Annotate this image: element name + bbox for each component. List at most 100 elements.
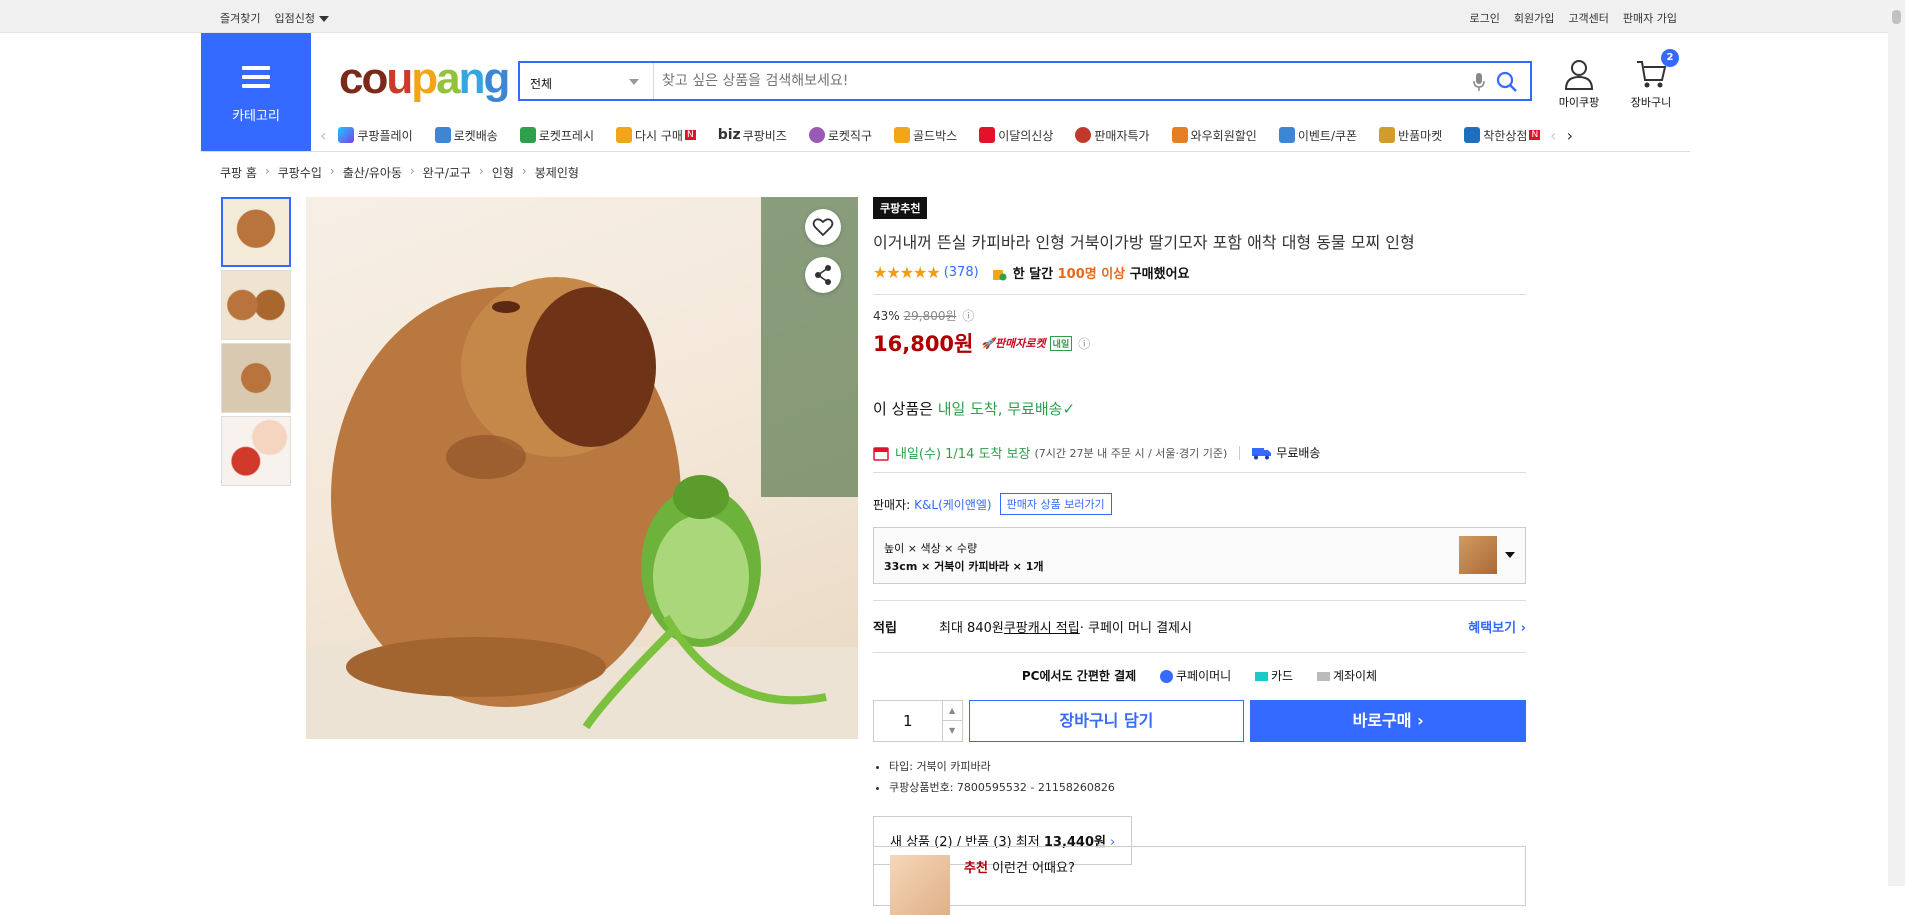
search-icon[interactable]	[1496, 71, 1518, 93]
nav-item-rocketfresh[interactable]: 로켓프레시	[519, 127, 594, 144]
nav-item-biz[interactable]: biz 쿠팡비즈	[718, 127, 787, 144]
coupang-cash-link[interactable]: 쿠팡캐시 적립	[1004, 617, 1080, 636]
play-icon	[338, 127, 355, 143]
recommend-highlight: 추천	[964, 861, 988, 876]
rocket-fresh-icon	[519, 127, 536, 143]
thumbnail-1[interactable]	[221, 197, 291, 267]
nav-item-event[interactable]: 이벤트/쿠폰	[1278, 127, 1358, 144]
nav-item-goodshop[interactable]: 착한상점 N	[1464, 127, 1541, 144]
product-main-image[interactable]	[306, 197, 858, 739]
thumbnail-list	[221, 197, 291, 489]
seller-rocket-label: 판매자로켓	[995, 337, 1046, 350]
option-label: 높이 × 색상 × 수량	[884, 542, 978, 555]
share-button[interactable]	[805, 257, 841, 293]
recommendation-thumbnail	[890, 855, 950, 915]
option-value: 33cm × 거북이 카피바라 × 1개	[884, 560, 1044, 573]
benefits-link[interactable]: 혜택보기 ›	[1468, 617, 1526, 636]
add-to-cart-button[interactable]: 장바구니 담기	[968, 700, 1245, 742]
service-nav: ‹ 쿠팡플레이 로켓배송 로켓프레시 다시 구매 N biz 쿠팡비즈 로켓직구 골…	[320, 119, 1690, 151]
cart-button[interactable]: 2 장바구니	[1623, 49, 1679, 110]
wow-icon	[1171, 127, 1188, 143]
pc-payment-row: PC에서도 간편한 결제 쿠페이머니 카드 계좌이체	[873, 667, 1526, 684]
nav-item-returns[interactable]: 반품마켓	[1379, 127, 1442, 144]
spec-list: 타입: 거북이 카피바라 쿠팡상품번호: 7800595532 - 211582…	[873, 758, 1526, 795]
info-icon[interactable]: ⓘ	[962, 309, 974, 323]
rating-stars[interactable]: ★★★★★	[873, 263, 941, 282]
thumbnail-2[interactable]	[221, 270, 291, 340]
coupay-money: 쿠페이머니	[1150, 669, 1231, 683]
chevron-right-icon: ›	[409, 164, 415, 178]
reward-key: 적립	[873, 621, 897, 636]
divider	[873, 294, 1526, 295]
purchase-count-text: 한 달간 100명 이상 구매했어요	[1013, 263, 1190, 282]
coupang-logo[interactable]: coupang	[339, 54, 510, 104]
breadcrumb-item[interactable]: 쿠팡 홈	[220, 164, 257, 181]
breadcrumb-item[interactable]: 출산/유아동	[343, 164, 402, 181]
chevron-right-icon: ›	[264, 164, 270, 178]
nav-prev-arrow-icon[interactable]: ‹	[1550, 126, 1556, 145]
nav-item-global[interactable]: 로켓직구	[808, 127, 872, 144]
search-bar: 전체	[518, 61, 1532, 101]
nav-item-newarrival[interactable]: 이달의신상	[979, 127, 1053, 144]
nav-label: 와우회원할인	[1190, 128, 1257, 143]
breadcrumb-item[interactable]: 인형	[492, 164, 514, 181]
nav-item-wow[interactable]: 와우회원할인	[1171, 127, 1257, 144]
category-label: 카테고리	[232, 109, 280, 124]
caret-down-icon	[1505, 552, 1515, 558]
wishlist-button[interactable]	[805, 209, 841, 245]
nav-label: 로켓프레시	[538, 128, 594, 143]
rocket-icon	[434, 127, 451, 143]
bookmark-link[interactable]: 즐겨찾기	[220, 10, 260, 26]
info-icon[interactable]: ⓘ	[1078, 335, 1090, 352]
search-input[interactable]	[662, 69, 1462, 93]
nav-prev-icon[interactable]: ‹	[320, 126, 326, 145]
seller-rocket-badge: 🚀판매자로켓 내일	[981, 335, 1073, 351]
tomorrow-tag: 내일	[1049, 336, 1073, 351]
seller-signup-link[interactable]: 판매자 가입	[1623, 10, 1677, 26]
original-price: 29,800원	[903, 309, 957, 323]
breadcrumb: 쿠팡 홈 › 쿠팡수입 › 출산/유아동 › 완구/교구 › 인형 › 봉제인형	[220, 164, 579, 181]
login-link[interactable]: 로그인	[1470, 10, 1500, 26]
breadcrumb-item[interactable]: 쿠팡수입	[278, 164, 322, 181]
nav-label: 이벤트/쿠폰	[1297, 128, 1358, 143]
thumbnail-4[interactable]	[221, 416, 291, 486]
new-icon: N	[1529, 130, 1541, 140]
decrease-icon[interactable]: ▼	[941, 721, 962, 741]
top-utility-bar: 즐겨찾기 입점신청 로그인 회원가입 고객센터 판매자 가입	[0, 0, 1905, 33]
chevron-right-icon: ›	[521, 164, 527, 178]
seller-apply-link[interactable]: 입점신청	[274, 10, 329, 26]
seller-name-link[interactable]: K&L(케이앤엘)	[914, 496, 991, 513]
microphone-icon[interactable]	[1472, 72, 1486, 92]
quantity-input[interactable]: 1	[903, 712, 913, 730]
recommendation-box[interactable]: 추천 이런건 어때요?	[873, 846, 1526, 915]
review-count[interactable]: (378)	[944, 265, 979, 280]
nav-item-rebuy[interactable]: 다시 구매 N	[615, 127, 696, 144]
seller-label: 판매자:	[873, 497, 911, 512]
buy-now-button[interactable]: 바로구매 ›	[1250, 700, 1526, 742]
new-arrival-icon	[979, 127, 996, 143]
nav-label: 로켓배송	[453, 128, 498, 143]
nav-item-sellersale[interactable]: 판매자특가	[1075, 127, 1150, 144]
nav-label: 쿠팡비즈	[742, 128, 787, 143]
nav-next-arrow-icon[interactable]: ›	[1567, 126, 1573, 145]
nav-item-rocket[interactable]: 로켓배송	[434, 127, 498, 144]
page-scrollbar[interactable]	[1888, 0, 1905, 886]
increase-icon[interactable]: ▲	[941, 701, 962, 721]
scrollbar-thumb[interactable]	[1892, 10, 1901, 24]
signup-link[interactable]: 회원가입	[1514, 10, 1554, 26]
thumbnail-3[interactable]	[221, 343, 291, 413]
nav-item-goldbox[interactable]: 골드박스	[894, 127, 957, 144]
chevron-right-icon: ›	[479, 164, 484, 178]
nav-item-coupangplay[interactable]: 쿠팡플레이	[338, 127, 413, 144]
option-select[interactable]: 높이 × 색상 × 수량 33cm × 거북이 카피바라 × 1개	[873, 527, 1526, 584]
customer-center-link[interactable]: 고객센터	[1568, 10, 1608, 26]
search-category-select[interactable]: 전체	[520, 63, 654, 99]
category-menu-button[interactable]: 카테고리	[201, 33, 311, 151]
nav-label: 반품마켓	[1398, 128, 1443, 143]
coupay-label: 쿠페이머니	[1175, 669, 1232, 683]
mypage-label: 마이쿠팡	[1558, 96, 1600, 109]
mypage-button[interactable]: 마이쿠팡	[1551, 58, 1607, 110]
breadcrumb-item[interactable]: 완구/교구	[423, 164, 471, 181]
seller-products-button[interactable]: 판매자 상품 보러가기	[999, 493, 1112, 515]
breadcrumb-item[interactable]: 봉제인형	[535, 164, 579, 181]
